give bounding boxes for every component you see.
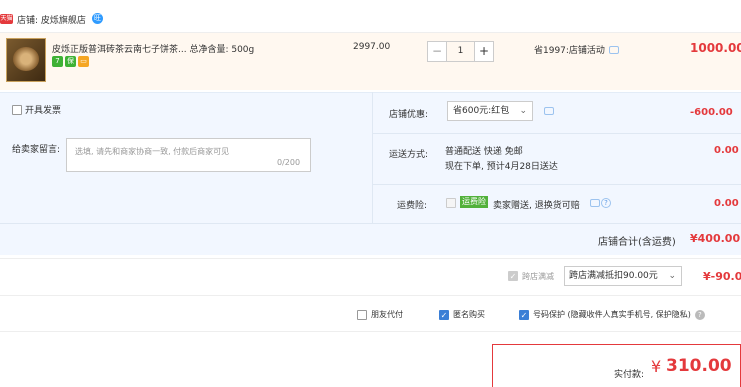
item-promo-text: 省1997:店铺活动 — [534, 46, 605, 56]
tmall-store-tag: 天猫 — [0, 14, 13, 24]
quantity-input[interactable]: 1 — [447, 41, 474, 62]
seller-message-placeholder: 选填, 请先和商家协商一致, 付款后商家可见 — [75, 147, 230, 156]
store-coupon-amount: -600.00 — [690, 107, 733, 118]
cross-store-amount: ¥-90.00 — [703, 270, 741, 283]
order-item-row — [0, 32, 741, 90]
currency-symbol: ¥ — [651, 357, 662, 376]
friend-pay-label: 朋友代付 — [371, 310, 403, 319]
divider — [372, 133, 741, 134]
store-name-link[interactable]: 店铺: 皮烁旗舰店 — [17, 13, 86, 26]
invoice-label: 开具发票 — [25, 106, 62, 116]
cross-store-label: 跨店满减 — [522, 272, 554, 281]
shipping-method-value: 普通配送 快递 免邮 — [445, 147, 523, 157]
invoice-option[interactable]: 开具发票 — [12, 103, 61, 116]
anonymous-purchase-option[interactable]: ✓ 匿名购买 — [439, 309, 485, 320]
freight-insurance-badge: 运费险 — [460, 196, 488, 208]
item-subtotal: 1000.00 — [690, 41, 741, 55]
store-subtotal-value: ¥400.00 — [690, 232, 741, 245]
message-icon[interactable] — [544, 107, 554, 115]
actual-payment-value: 310.00 — [666, 356, 732, 376]
store-coupon-select[interactable]: 省600元:红包 ⌄ — [447, 101, 533, 121]
message-char-count: 0/200 — [277, 158, 301, 167]
quantity-stepper: − 1 + — [427, 41, 494, 62]
freight-insurance-checkbox[interactable] — [446, 198, 456, 208]
card-payment-icon: ▭ — [78, 56, 89, 67]
number-protect-option[interactable]: ✓ 号码保护 (隐藏收件人真实手机号, 保护隐私) ? — [519, 309, 705, 320]
quantity-increase-button[interactable]: + — [474, 41, 494, 62]
delivery-estimate: 现在下单, 预计4月28日送达 — [445, 162, 558, 172]
divider — [372, 184, 741, 185]
actual-payment-label: 实付款: — [614, 370, 645, 380]
seven-day-return-icon: 7 — [52, 56, 63, 67]
friend-pay-checkbox[interactable] — [357, 309, 367, 320]
service-badges: 7 保 ▭ — [52, 56, 89, 67]
message-icon[interactable] — [590, 199, 600, 207]
freight-insurance-label: 运费险: — [397, 201, 428, 211]
cross-store-checkbox[interactable]: ✓ — [508, 271, 518, 281]
chevron-down-icon: ⌄ — [519, 106, 527, 116]
shipping-method-label: 运送方式: — [389, 150, 429, 160]
anonymous-checkbox[interactable]: ✓ — [439, 309, 449, 320]
product-title-link[interactable]: 皮烁正版普洱砖茶云南七子饼茶... 总净含量: 500g — [52, 42, 267, 55]
chat-seller-icon[interactable]: 旺 — [92, 13, 103, 24]
anonymous-label: 匿名购买 — [453, 310, 485, 319]
freight-insurance-text: 卖家赠送, 退换货可赔 — [493, 201, 580, 211]
guarantee-icon: 保 — [65, 56, 76, 67]
message-icon[interactable] — [609, 46, 619, 54]
invoice-checkbox[interactable] — [12, 104, 22, 115]
freight-insurance-amount: 0.00 — [714, 198, 739, 209]
store-coupon-value: 省600元:红包 — [453, 106, 510, 116]
friend-pay-option[interactable]: 朋友代付 — [357, 309, 403, 320]
product-thumbnail[interactable] — [6, 38, 46, 82]
unit-price: 2997.00 — [353, 42, 391, 52]
store-subtotal-label: 店铺合计(含运费) — [598, 237, 676, 248]
help-icon[interactable]: ? — [694, 309, 705, 320]
number-protect-checkbox[interactable]: ✓ — [519, 309, 529, 320]
chevron-down-icon: ⌄ — [668, 271, 676, 281]
quantity-decrease-button[interactable]: − — [427, 41, 447, 62]
shipping-amount: 0.00 — [714, 145, 739, 156]
help-icon[interactable]: ? — [601, 198, 611, 208]
store-coupon-label: 店铺优惠: — [389, 110, 429, 120]
shipping-method-info: 普通配送 快递 免邮 现在下单, 预计4月28日送达 — [445, 145, 558, 175]
cross-store-select-value: 跨店满减抵扣90.00元 — [569, 271, 658, 281]
seller-message-label: 给卖家留言: — [12, 145, 61, 155]
number-protect-label: 号码保护 (隐藏收件人真实手机号, 保护隐私) — [533, 310, 691, 319]
cross-store-select[interactable]: 跨店满减抵扣90.00元 ⌄ — [564, 266, 682, 286]
